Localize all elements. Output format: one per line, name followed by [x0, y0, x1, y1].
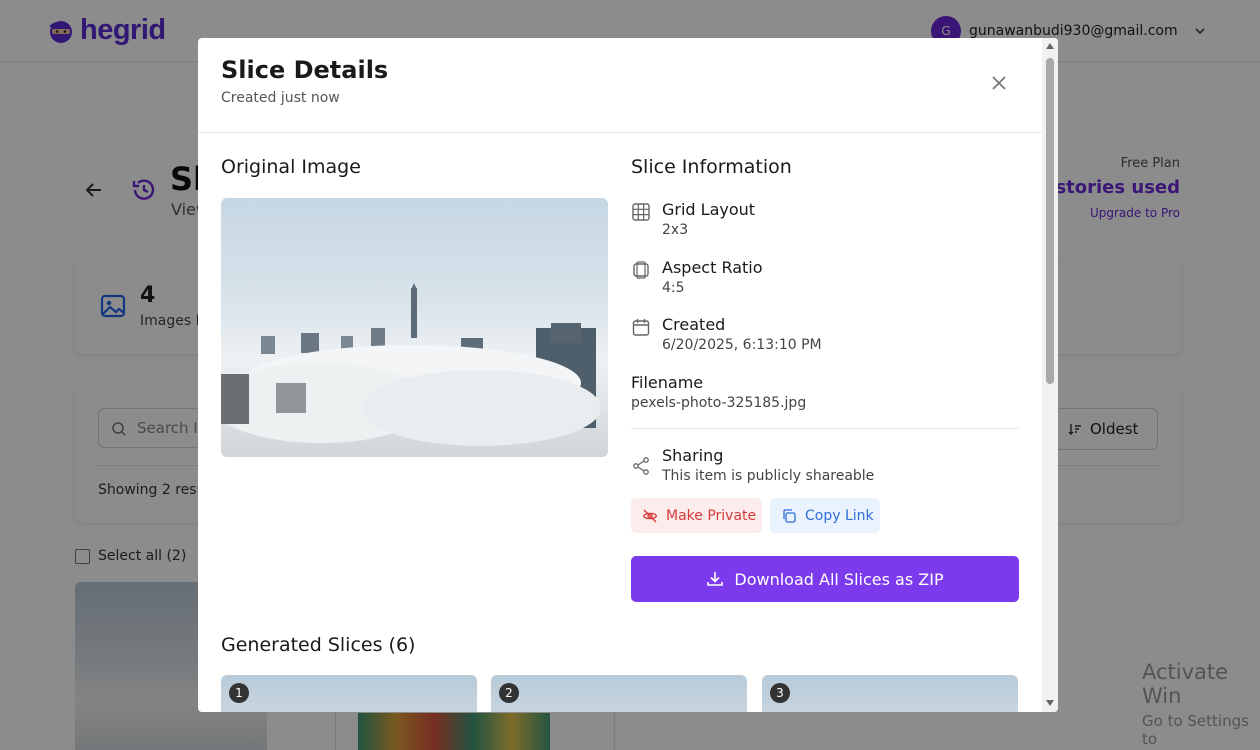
grid-icon — [632, 203, 650, 221]
slice-card[interactable]: 2 — [491, 675, 747, 712]
sharing-value: This item is publicly shareable — [662, 468, 875, 484]
aspect-ratio-icon — [633, 261, 649, 279]
slice-card[interactable]: 3 — [762, 675, 1018, 712]
share-icon — [633, 457, 649, 475]
grid-layout-value: 2x3 — [662, 222, 689, 238]
make-private-label: Make Private — [666, 507, 757, 524]
download-icon — [707, 572, 724, 586]
original-image — [221, 198, 608, 457]
close-icon[interactable] — [990, 74, 1008, 92]
copy-link-button[interactable]: Copy Link — [770, 498, 880, 533]
created-value: 6/20/2025, 6:13:10 PM — [662, 337, 822, 353]
scrollbar-thumb[interactable] — [1046, 58, 1054, 384]
download-zip-button[interactable]: Download All Slices as ZIP — [631, 556, 1019, 602]
copy-link-label: Copy Link — [805, 507, 874, 524]
filename-value: pexels-photo-325185.jpg — [631, 395, 807, 411]
calendar-icon — [632, 319, 650, 336]
sharing-label: Sharing — [662, 446, 724, 465]
slice-card[interactable]: 1 — [221, 675, 477, 712]
divider — [631, 428, 1019, 429]
make-private-button[interactable]: Make Private — [631, 498, 762, 533]
city-in-clouds-image — [221, 283, 601, 446]
copy-icon — [783, 508, 796, 523]
grid-layout-label: Grid Layout — [662, 200, 756, 219]
filename-label: Filename — [631, 373, 704, 392]
download-zip-label: Download All Slices as ZIP — [734, 569, 944, 589]
slice-number-badge: 1 — [229, 683, 249, 703]
modal-subtitle: Created just now — [221, 90, 340, 106]
eye-off-icon — [642, 509, 658, 522]
scroll-up-arrow-icon[interactable] — [1046, 43, 1054, 49]
modal-title: Slice Details — [221, 56, 389, 84]
slice-details-modal: Slice Details Created just now Original … — [198, 38, 1058, 712]
slice-number-badge: 2 — [499, 683, 519, 703]
aspect-ratio-value: 4:5 — [662, 280, 685, 296]
scroll-down-arrow-icon[interactable] — [1046, 700, 1054, 706]
modal-scrollbar[interactable] — [1042, 38, 1058, 712]
aspect-ratio-label: Aspect Ratio — [662, 258, 763, 277]
created-label: Created — [662, 315, 726, 334]
slice-number-badge: 3 — [770, 683, 790, 703]
original-image-title: Original Image — [221, 156, 361, 178]
generated-slices-title: Generated Slices (6) — [221, 634, 416, 656]
slice-information-title: Slice Information — [631, 156, 792, 178]
modal-header: Slice Details Created just now — [198, 38, 1042, 133]
